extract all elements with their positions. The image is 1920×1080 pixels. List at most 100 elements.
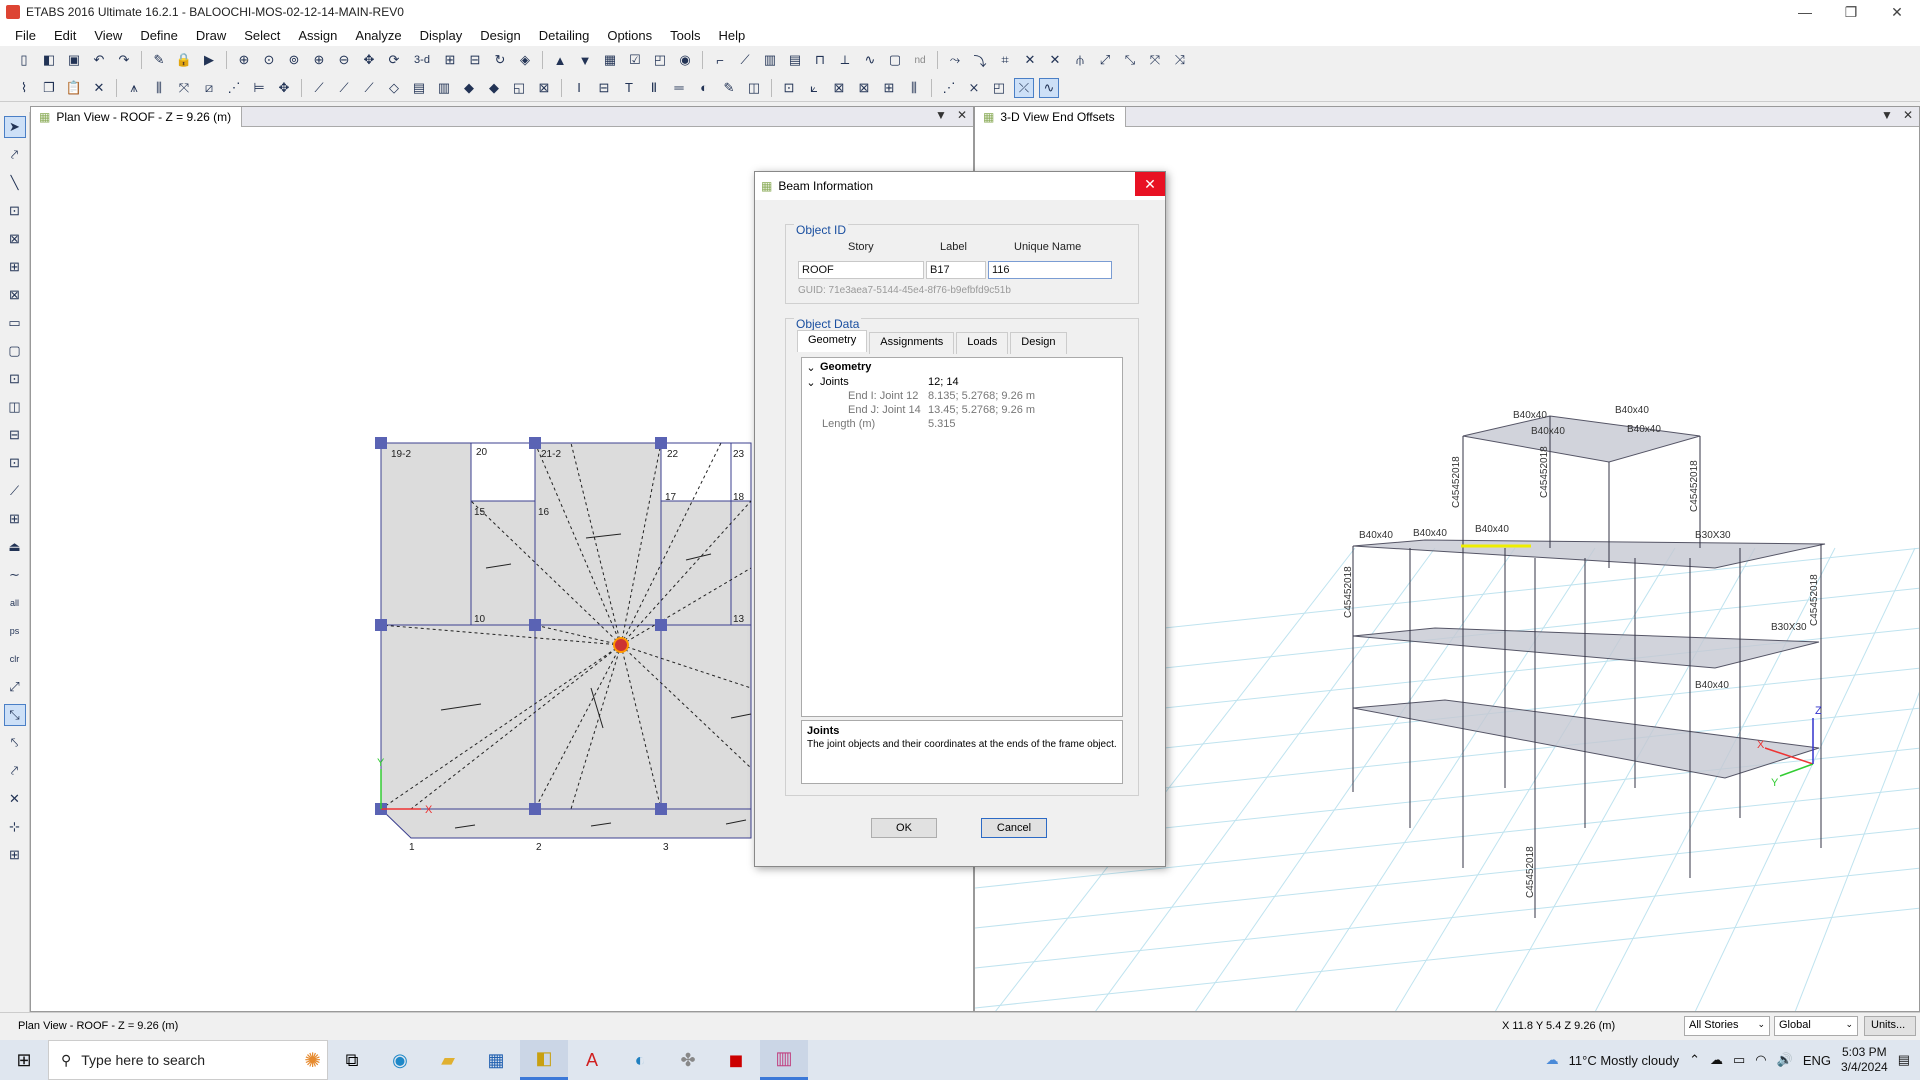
- etabs-active-icon[interactable]: ▥: [760, 1040, 808, 1080]
- zoom-in-icon[interactable]: ⊕: [309, 50, 329, 70]
- menu-help[interactable]: Help: [710, 28, 755, 43]
- plan-view-icon[interactable]: ⊞: [440, 50, 460, 70]
- draw-spring-icon[interactable]: ∿: [860, 50, 880, 70]
- system-clock[interactable]: 5:03 PM 3/4/2024: [1841, 1045, 1888, 1075]
- tree-length-row[interactable]: Length (m) 5.315: [802, 417, 1122, 431]
- check-icon[interactable]: ☑: [625, 50, 645, 70]
- menu-select[interactable]: Select: [235, 28, 289, 43]
- run-analysis-icon[interactable]: ▶: [199, 50, 219, 70]
- draw-wall-stack-icon[interactable]: ▤: [785, 50, 805, 70]
- dialog-close-button[interactable]: ✕: [1135, 172, 1165, 196]
- brace3-icon[interactable]: ⟋: [359, 78, 379, 98]
- tab-assignments[interactable]: Assignments: [869, 332, 955, 354]
- draw-area-icon[interactable]: ▢: [885, 50, 905, 70]
- edit-icon[interactable]: ✎: [149, 50, 169, 70]
- zoom-window-icon[interactable]: ⊕: [234, 50, 254, 70]
- plan-view-close-icon[interactable]: ✕: [957, 108, 967, 122]
- text-icon[interactable]: I: [569, 78, 589, 98]
- line-type-icon[interactable]: ═: [669, 78, 689, 98]
- snap-fine-icon[interactable]: ⊹: [4, 816, 26, 838]
- nd-button[interactable]: nd: [910, 50, 930, 70]
- select-poly-icon[interactable]: ⟀: [804, 78, 824, 98]
- onedrive-icon[interactable]: ☁: [1710, 1052, 1723, 1068]
- select-intersect-icon[interactable]: ⊠: [829, 78, 849, 98]
- cancel-button[interactable]: Cancel: [981, 818, 1047, 838]
- menu-edit[interactable]: Edit: [45, 28, 85, 43]
- menu-design[interactable]: Design: [471, 28, 529, 43]
- color-icon[interactable]: ✎: [719, 78, 739, 98]
- delete-icon[interactable]: ✕: [89, 78, 109, 98]
- edge-browser-icon[interactable]: ◉: [376, 1040, 424, 1080]
- extrude-icon[interactable]: ⊨: [249, 78, 269, 98]
- clear-select-icon[interactable]: clr: [4, 648, 26, 670]
- taskbar-search[interactable]: ⚲ Type here to search ✺: [48, 1040, 328, 1080]
- lock-icon[interactable]: 🔒: [174, 50, 194, 70]
- draw-dimension-icon[interactable]: ⟋: [4, 480, 26, 502]
- windows-start-icon[interactable]: ⊞: [0, 1040, 48, 1080]
- display-options-icon[interactable]: ◉: [675, 50, 695, 70]
- open-file-icon[interactable]: ◧: [39, 50, 59, 70]
- assign-release-icon[interactable]: ✕: [1020, 50, 1040, 70]
- menu-detailing[interactable]: Detailing: [530, 28, 599, 43]
- beam-section-icon[interactable]: T: [619, 78, 639, 98]
- select-frame-icon[interactable]: ⊠: [854, 78, 874, 98]
- draw-frame-icon[interactable]: ⌐: [710, 50, 730, 70]
- snap-end-icon[interactable]: ⤢: [4, 676, 26, 698]
- snap-perp-icon[interactable]: ⤤: [4, 760, 26, 782]
- volume-icon[interactable]: 🔊: [1777, 1052, 1793, 1068]
- draw-link-icon[interactable]: ⟂: [835, 50, 855, 70]
- fill-icon[interactable]: ◐: [694, 78, 714, 98]
- menu-assign[interactable]: Assign: [289, 28, 346, 43]
- snap-box-icon[interactable]: ◰: [989, 78, 1009, 98]
- draw-beam-icon[interactable]: ⊡: [4, 200, 26, 222]
- calculator-icon[interactable]: ▦: [472, 1040, 520, 1080]
- tree-geometry-row[interactable]: ⌄ Geometry: [802, 360, 1122, 374]
- draw-tendon-icon[interactable]: ⏏: [4, 536, 26, 558]
- snap-grid-icon[interactable]: ⊞: [4, 844, 26, 866]
- selected-point[interactable]: [613, 637, 629, 653]
- select-region-icon[interactable]: ⊡: [779, 78, 799, 98]
- view-3d-button[interactable]: 3-d: [409, 50, 435, 70]
- brace2-icon[interactable]: ⟋: [334, 78, 354, 98]
- menu-tools[interactable]: Tools: [661, 28, 709, 43]
- paste-icon[interactable]: 📋: [64, 78, 84, 98]
- file-explorer-icon[interactable]: ▰: [424, 1040, 472, 1080]
- display-objects-icon[interactable]: ▦: [600, 50, 620, 70]
- ok-button[interactable]: OK: [871, 818, 937, 838]
- wifi-icon[interactable]: ◠: [1755, 1052, 1766, 1068]
- elevation-view-icon[interactable]: ⊟: [465, 50, 485, 70]
- collapse-joints-icon[interactable]: ⌄: [802, 376, 820, 389]
- zoom-fit-icon[interactable]: ⊙: [259, 50, 279, 70]
- brace-icon[interactable]: ⟋: [309, 78, 329, 98]
- snap-intersection-icon[interactable]: ⤣: [4, 732, 26, 754]
- assign-restraint-icon[interactable]: ⌗: [995, 50, 1015, 70]
- assign-load-icon[interactable]: ⤵: [970, 50, 990, 70]
- language-indicator[interactable]: ENG: [1803, 1053, 1831, 1068]
- restore-button[interactable]: ❐: [1828, 0, 1874, 24]
- draw-rect-icon[interactable]: ▢: [4, 340, 26, 362]
- recorder-icon[interactable]: ◼: [712, 1040, 760, 1080]
- label-field[interactable]: B17: [926, 261, 986, 279]
- draw-opening-region-icon[interactable]: ◫: [4, 396, 26, 418]
- draw-ramp-icon[interactable]: ⊡: [4, 452, 26, 474]
- zoom-out-icon[interactable]: ⊖: [334, 50, 354, 70]
- snap-point-icon[interactable]: ⋰: [939, 78, 959, 98]
- draw-brace-region-icon[interactable]: ⊞: [4, 256, 26, 278]
- wall2-icon[interactable]: ◆: [484, 78, 504, 98]
- draw-grid-icon[interactable]: ⊞: [4, 508, 26, 530]
- 3d-view-close-icon[interactable]: ✕: [1903, 108, 1913, 122]
- move-up-icon[interactable]: ▲: [550, 50, 570, 70]
- draw-stair-icon[interactable]: ⊟: [4, 424, 26, 446]
- units-button[interactable]: Units...: [1864, 1016, 1916, 1036]
- collapse-geometry-icon[interactable]: ⌄: [802, 361, 820, 374]
- assign-diaphragm-icon[interactable]: ⤧: [1145, 50, 1165, 70]
- wall-icon[interactable]: ◆: [459, 78, 479, 98]
- assign-section-icon[interactable]: ⫛: [1070, 50, 1090, 70]
- menu-display[interactable]: Display: [411, 28, 472, 43]
- rotate-3d-icon[interactable]: ↻: [490, 50, 510, 70]
- new-file-icon[interactable]: ▯: [14, 50, 34, 70]
- draw-column-icon[interactable]: ⊠: [4, 228, 26, 250]
- tab-geometry[interactable]: Geometry: [797, 330, 868, 352]
- merge-icon[interactable]: ⤧: [174, 78, 194, 98]
- close-window-button[interactable]: ✕: [1874, 0, 1920, 24]
